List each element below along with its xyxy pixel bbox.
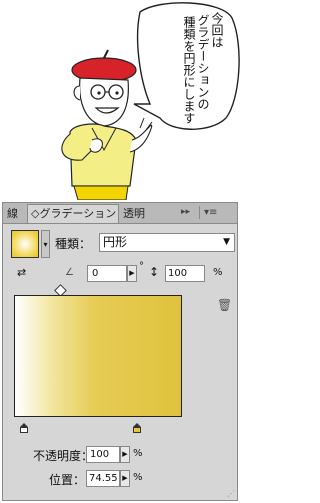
opacity-field[interactable]: 100	[86, 446, 120, 463]
tab-transparency[interactable]: 透明	[123, 205, 145, 222]
gradient-type-select[interactable]: 円形 ▼	[99, 233, 235, 252]
tab-gradient[interactable]: ◇グラデーション	[27, 204, 119, 223]
location-label: 位置：	[49, 473, 86, 487]
speech-line-2: グラデーションの	[196, 14, 210, 110]
gradient-type-value: 円形	[103, 235, 128, 249]
aspect-ratio-icon: ↕	[149, 265, 160, 279]
angle-dropdown-arrow-icon[interactable]: ▶	[127, 265, 137, 282]
speech-line-3: 種類を円形にします	[182, 16, 196, 124]
panel-tab-bar: 線 ◇グラデーション 透明 ▸▸ ▾≡	[3, 203, 237, 224]
resize-grip-icon[interactable]: ⋰	[227, 489, 235, 498]
aspect-ratio-unit: %	[213, 267, 223, 278]
type-label: 種類：	[55, 237, 92, 251]
opacity-dropdown-arrow-icon[interactable]: ▶	[120, 446, 130, 463]
angle-icon: ∠	[65, 267, 74, 278]
panel-menu-icon[interactable]: ▾≡	[199, 206, 233, 219]
location-dropdown-arrow-icon[interactable]: ▶	[120, 470, 130, 487]
gradient-swatch[interactable]	[11, 230, 39, 258]
trash-icon[interactable]: 🗑	[217, 298, 232, 312]
gradient-stop-yellow[interactable]	[133, 423, 141, 433]
cartoon-illustration: 今回は グラデーションの 種類を円形にします	[0, 0, 240, 201]
opacity-unit: %	[133, 448, 143, 459]
angle-field[interactable]: 0	[87, 265, 127, 282]
gradient-panel: 線 ◇グラデーション 透明 ▸▸ ▾≡ ▾ 種類： 円形 ▼ ⇄ ∠ 0 ▶ °…	[2, 202, 238, 501]
gradient-preview	[14, 295, 182, 417]
aspect-ratio-field[interactable]: 100	[165, 265, 205, 282]
opacity-label: 不透明度：	[33, 449, 94, 463]
swatch-dropdown-arrow-icon[interactable]: ▾	[41, 230, 50, 258]
face	[79, 77, 129, 127]
tab-stroke[interactable]: 線	[7, 205, 18, 222]
reverse-gradient-icon[interactable]: ⇄	[17, 266, 26, 279]
speech-bubble-text: 今回は グラデーションの 種類を円形にします	[160, 8, 230, 126]
degree-symbol: °	[139, 261, 144, 272]
speech-line-1: 今回は	[210, 12, 224, 48]
gradient-stop-white[interactable]	[20, 423, 28, 433]
location-field[interactable]: 74.55	[86, 470, 120, 487]
chevron-down-icon: ▼	[223, 237, 230, 247]
collapse-panel-icon[interactable]: ▸▸	[181, 207, 190, 217]
location-unit: %	[133, 472, 143, 483]
